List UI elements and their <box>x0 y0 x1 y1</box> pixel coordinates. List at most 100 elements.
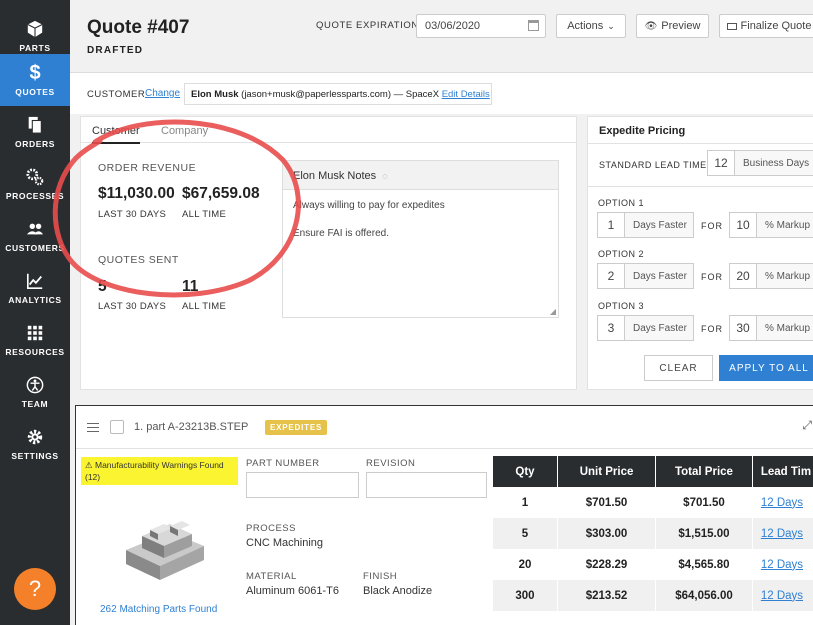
eye-icon: 👁 <box>644 20 658 32</box>
apply-to-all-button[interactable]: APPLY TO ALL <box>719 355 813 381</box>
part-select-checkbox[interactable] <box>110 420 124 434</box>
sidebar-item-settings[interactable]: SETTINGS <box>0 418 70 470</box>
actions-label: Actions <box>567 20 604 32</box>
lead-time-link[interactable]: 12 Days <box>752 487 813 518</box>
preview-button[interactable]: 👁 Preview <box>636 14 709 38</box>
unit-price-header: Unit Price <box>557 456 657 487</box>
part-number-input[interactable] <box>246 472 359 498</box>
finish-label: FINISH <box>363 571 398 582</box>
part-header: 1. part A-23213B.STEP EXPEDITES ⤢ <box>76 406 813 449</box>
customer-email: (jason+musk@paperlessparts.com) <box>241 89 391 100</box>
line-chart-icon <box>26 273 43 289</box>
table-row[interactable]: 1 $701.50 $701.50 12 Days <box>493 487 813 518</box>
sidebar-item-team[interactable]: TEAM <box>0 366 70 418</box>
lead-time-link[interactable]: 12 Days <box>752 518 813 549</box>
lead-time-link[interactable]: 12 Days <box>752 549 813 580</box>
notes-header: Elon Musk Notes ◌ <box>283 161 558 190</box>
revision-label: REVISION <box>366 458 416 469</box>
resize-handle-icon[interactable]: ◢ <box>550 307 556 316</box>
standard-lead-label: STANDARD LEAD TIME <box>599 160 707 170</box>
table-row[interactable]: 300 $213.52 $64,056.00 12 Days <box>493 580 813 611</box>
process-value[interactable]: CNC Machining <box>246 537 323 549</box>
sidebar-item-orders[interactable]: ORDERS <box>0 106 70 158</box>
help-button[interactable]: ? <box>14 568 56 610</box>
warning-icon: ⚠ <box>85 460 93 470</box>
eye-slash-icon: ◌ <box>382 171 388 181</box>
option-2-markup-input[interactable]: 20 % Markup <box>729 263 813 289</box>
qty-header: Qty <box>493 456 558 487</box>
tab-customer[interactable]: Customer <box>92 125 140 144</box>
cube-icon <box>27 20 43 37</box>
customer-chip: Elon Musk (jason+musk@paperlessparts.com… <box>184 83 492 105</box>
process-label: PROCESS <box>246 523 296 534</box>
days-unit: Days Faster <box>625 213 693 237</box>
expedite-pricing-panel: Expedite Pricing STANDARD LEAD TIME 12 B… <box>587 116 813 390</box>
revenue-all-time-label: ALL TIME <box>182 209 227 220</box>
sidebar-item-quotes[interactable]: $ QUOTES <box>0 54 70 106</box>
order-revenue-heading: ORDER REVENUE <box>98 162 197 174</box>
customer-notes[interactable]: Elon Musk Notes ◌ Always willing to pay … <box>282 160 559 318</box>
manufacturability-warning[interactable]: ⚠ Manufacturability Warnings Found (12) <box>81 457 238 485</box>
sidebar-item-label: TEAM <box>21 398 49 409</box>
material-label: MATERIAL <box>246 571 297 582</box>
edit-details-link[interactable]: Edit Details <box>442 89 490 100</box>
option-3-days-input[interactable]: 3 Days Faster <box>597 315 694 341</box>
finalize-quote-button[interactable]: Finalize Quote <box>719 14 813 38</box>
quote-status: DRAFTED <box>87 45 144 56</box>
expand-icon[interactable]: ⤢ <box>802 418 812 433</box>
expedite-title: Expedite Pricing <box>599 125 686 137</box>
part-name[interactable]: 1. part A-23213B.STEP <box>134 421 248 433</box>
sidebar-item-analytics[interactable]: ANALYTICS <box>0 262 70 314</box>
markup-unit: % Markup <box>757 316 813 340</box>
standard-lead-input[interactable]: 12 Business Days <box>707 150 813 176</box>
material-value[interactable]: Aluminum 6061-T6 <box>246 585 339 597</box>
option-days-value: 1 <box>598 213 625 237</box>
note-line: Always willing to pay for expedites <box>293 200 445 211</box>
expiration-label: QUOTE EXPIRATION <box>316 20 419 31</box>
preview-label: Preview <box>661 20 701 32</box>
option-label: OPTION 1 <box>598 198 645 208</box>
finish-value[interactable]: Black Anodize <box>363 585 432 597</box>
actions-dropdown[interactable]: Actions ⌄ <box>556 14 626 38</box>
quotes-all-time: 11 <box>182 278 199 295</box>
lead-time-link[interactable]: 12 Days <box>752 580 813 611</box>
for-label: FOR <box>701 324 723 334</box>
sidebar-item-label: QUOTES <box>15 86 55 97</box>
divider <box>588 143 813 144</box>
sidebar-item-processes[interactable]: PROCESSES <box>0 158 70 210</box>
clear-button[interactable]: CLEAR <box>644 355 713 381</box>
customer-tabs: Customer Company <box>81 117 576 144</box>
option-1-days-input[interactable]: 1 Days Faster <box>597 212 694 238</box>
matching-parts-link[interactable]: 262 Matching Parts Found <box>100 604 217 615</box>
revision-input[interactable] <box>366 472 487 498</box>
total-price-cell: $64,056.00 <box>655 580 753 611</box>
finalize-label: Finalize Quote <box>740 20 812 32</box>
sidebar-item-label: PROCESSES <box>5 190 65 201</box>
envelope-icon <box>726 22 737 30</box>
option-2-days-input[interactable]: 2 Days Faster <box>597 263 694 289</box>
expiration-date-input[interactable]: 03/06/2020 <box>416 14 546 38</box>
quotes-all-time-label: ALL TIME <box>182 301 227 312</box>
unit-price-cell: $228.29 <box>557 549 657 580</box>
standard-lead-unit: Business Days <box>735 151 813 175</box>
tab-company[interactable]: Company <box>161 125 208 137</box>
option-markup-value: 30 <box>730 316 757 340</box>
drag-handle-icon[interactable] <box>87 423 99 432</box>
sidebar-item-customers[interactable]: CUSTOMERS <box>0 210 70 262</box>
calendar-icon <box>528 20 539 31</box>
table-row[interactable]: 20 $228.29 $4,565.80 12 Days <box>493 549 813 580</box>
option-1-markup-input[interactable]: 10 % Markup <box>729 212 813 238</box>
sidebar-item-label: ORDERS <box>15 138 55 149</box>
part-thumbnail[interactable] <box>120 506 210 584</box>
revenue-all-time: $67,659.08 <box>182 185 260 202</box>
chevron-down-icon: ⌄ <box>607 20 615 31</box>
qty-cell: 1 <box>493 487 558 518</box>
gears-icon <box>26 167 44 185</box>
unit-price-cell: $303.00 <box>557 518 657 549</box>
sidebar-item-resources[interactable]: RESOURCES <box>0 314 70 366</box>
option-3-markup-input[interactable]: 30 % Markup <box>729 315 813 341</box>
change-customer-link[interactable]: Change <box>145 88 180 99</box>
option-markup-value: 20 <box>730 264 757 288</box>
quotes-30-days-label: LAST 30 DAYS <box>98 301 167 312</box>
table-row[interactable]: 5 $303.00 $1,515.00 12 Days <box>493 518 813 549</box>
